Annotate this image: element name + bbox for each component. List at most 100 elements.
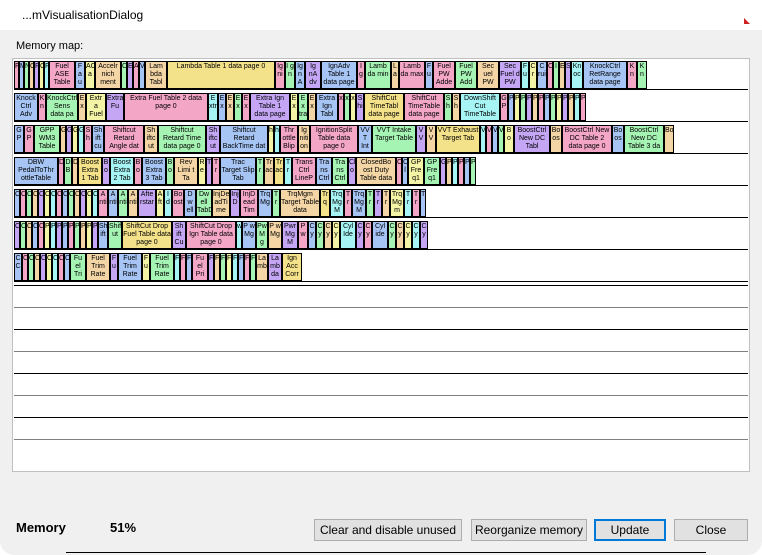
memory-block[interactable]: S h [452, 93, 460, 121]
memory-block[interactable]: E xtr [208, 93, 218, 121]
memory-block[interactable]: E x [234, 93, 242, 121]
memory-block[interactable]: Tr q [320, 189, 330, 217]
memory-block[interactable]: La mb [256, 253, 268, 281]
memory-block[interactable]: C ruis [537, 61, 547, 89]
memory-block[interactable]: Sh ift cu [92, 125, 104, 153]
memory-block[interactable]: Fuel Trim Rate [150, 253, 174, 281]
memory-block[interactable]: Accelr nich ment [95, 61, 121, 89]
memory-block[interactable]: DBW PedalToThr ottleTable [14, 157, 58, 185]
memory-block[interactable]: Bo ost [172, 189, 184, 217]
memory-block[interactable]: Sh ift [98, 221, 108, 249]
memory-block[interactable]: Tra ns Ctrl [316, 157, 332, 185]
reorganize-memory-button[interactable]: Reorganize memory [471, 519, 587, 541]
memory-block[interactable]: C r [529, 61, 537, 89]
memory-block[interactable]: P [580, 93, 586, 121]
memory-block[interactable]: AC a [85, 61, 95, 89]
memory-block[interactable]: Sh ift Cu [172, 221, 186, 249]
memory-block[interactable]: P w Mg [268, 221, 282, 249]
memory-block[interactable]: BoostCtrl New DC Table 3 da [624, 125, 664, 153]
memory-block[interactable]: C y [364, 221, 372, 249]
memory-block[interactable]: Bo os [550, 125, 562, 153]
memory-block[interactable]: E x [290, 93, 298, 121]
memory-block[interactable]: Pw M g [256, 221, 268, 249]
memory-block[interactable]: C y [356, 221, 364, 249]
memory-block[interactable]: VV T Int [358, 125, 372, 153]
memory-block[interactable]: Cyl ide [372, 221, 388, 249]
clear-and-disable-unused-button[interactable]: Clear and disable unused [314, 519, 462, 541]
memory-block[interactable]: C y [420, 221, 428, 249]
memory-block[interactable]: Ig niti on [298, 125, 310, 153]
memory-block[interactable]: Trq Mg M [352, 189, 366, 217]
memory-block[interactable]: IgnAdv Table 1 data page [321, 61, 357, 89]
memory-block[interactable]: Cyl Ide [340, 221, 356, 249]
memory-block[interactable]: DownShift Cut TimeTable [460, 93, 500, 121]
memory-block[interactable]: Lambda Table 1 data page 0 [167, 61, 275, 89]
memory-block[interactable]: E x [226, 93, 234, 121]
update-button[interactable]: Update [594, 519, 666, 541]
memory-block[interactable]: La mb da [268, 253, 282, 281]
memory-block[interactable]: P w [298, 221, 308, 249]
memory-block[interactable]: Fuel PW Adde [433, 61, 455, 89]
memory-block[interactable]: V V [426, 125, 436, 153]
memory-block[interactable]: V V [416, 125, 426, 153]
memory-block[interactable]: InjDe adTi me [212, 189, 230, 217]
memory-block[interactable]: Trq Mg m [390, 189, 404, 217]
memory-block[interactable]: C y [316, 221, 324, 249]
memory-block[interactable]: Lamb da max [399, 61, 425, 89]
memory-block[interactable]: Ig nA dv [305, 61, 321, 89]
memory-block[interactable]: Extra Fuel Table 2 data page 0 [124, 93, 208, 121]
memory-block[interactable]: K n [637, 61, 647, 89]
memory-block[interactable]: VVT Exhaust Target Tab [436, 125, 480, 153]
memory-block[interactable]: Fu el Pri [192, 253, 208, 281]
memory-block[interactable]: Trac Target Slip Tab [220, 157, 256, 185]
memory-block[interactable]: G P [24, 125, 34, 153]
memory-block[interactable]: C y [332, 221, 340, 249]
memory-block[interactable]: B o [166, 157, 174, 185]
memory-block[interactable]: T r [344, 189, 352, 217]
memory-block[interactable]: F u [521, 61, 529, 89]
memory-block[interactable]: KnockCtrl RetRange data page [583, 61, 627, 89]
memory-block[interactable]: Extr a Fuel [86, 93, 106, 121]
memory-block[interactable]: ShiftCut TimeTabl data page [364, 93, 404, 121]
memory-block[interactable]: E x [308, 93, 316, 121]
memory-block[interactable]: C y [388, 221, 396, 249]
memory-block[interactable]: Tr ac [274, 157, 284, 185]
memory-block[interactable]: Tra ns Ctrl [332, 157, 348, 185]
memory-block[interactable]: Boost Extra 1 Tab [78, 157, 102, 185]
memory-block[interactable]: Afte rstar [138, 189, 156, 217]
memory-block[interactable]: C y [412, 221, 420, 249]
memory-block[interactable]: S h [84, 125, 92, 153]
memory-block[interactable]: Kn oc [571, 61, 583, 89]
memory-block[interactable]: Inj D [230, 189, 240, 217]
memory-block[interactable]: T r [412, 189, 420, 217]
memory-block[interactable]: Pwr Mg M [282, 221, 298, 249]
memory-block[interactable]: A ft [156, 189, 164, 217]
memory-block[interactable]: E x [78, 93, 86, 121]
memory-block[interactable]: C C [14, 253, 22, 281]
memory-block[interactable]: Fuel Trim Rate [86, 253, 110, 281]
memory-block[interactable]: Knock Ctrl Adv [14, 93, 38, 121]
memory-block[interactable]: Fu el Tri [70, 253, 86, 281]
memory-block[interactable]: C y [404, 221, 412, 249]
memory-block[interactable]: T r [212, 157, 220, 185]
memory-block[interactable]: T r [256, 157, 264, 185]
memory-block[interactable]: BoostCtrl New DC Table 2 data page 0 [562, 125, 612, 153]
memory-block[interactable]: Tr ac [264, 157, 274, 185]
memory-block[interactable]: B o [134, 157, 142, 185]
memory-block[interactable]: ShiftCut TimeTable data page [404, 93, 444, 121]
memory-block[interactable]: E x [218, 93, 226, 121]
close-button[interactable]: Close [674, 519, 748, 541]
memory-block[interactable]: T r [382, 189, 390, 217]
memory-block[interactable]: ShiftCut Drop Ign Table data page 0 [186, 221, 236, 249]
memory-block[interactable]: D B [64, 157, 72, 185]
memory-block[interactable]: InjD ead Tim [240, 189, 258, 217]
memory-block[interactable]: ShiftCut Drop Fuel Table data page 0 [122, 221, 172, 249]
memory-block[interactable]: ShiftC ut [108, 221, 122, 249]
memory-block[interactable]: Trans Ctrl LineP [292, 157, 316, 185]
memory-block[interactable]: Ig n A [295, 61, 305, 89]
memory-block[interactable]: Shiftcut Retard BackTime dat [220, 125, 268, 153]
memory-block[interactable]: Extra Fu [106, 93, 124, 121]
memory-block[interactable]: BoostCtrl New DC Tabl [514, 125, 550, 153]
memory-block[interactable]: D w ell [184, 189, 196, 217]
memory-block[interactable]: Ign Acc Corr [282, 253, 302, 281]
